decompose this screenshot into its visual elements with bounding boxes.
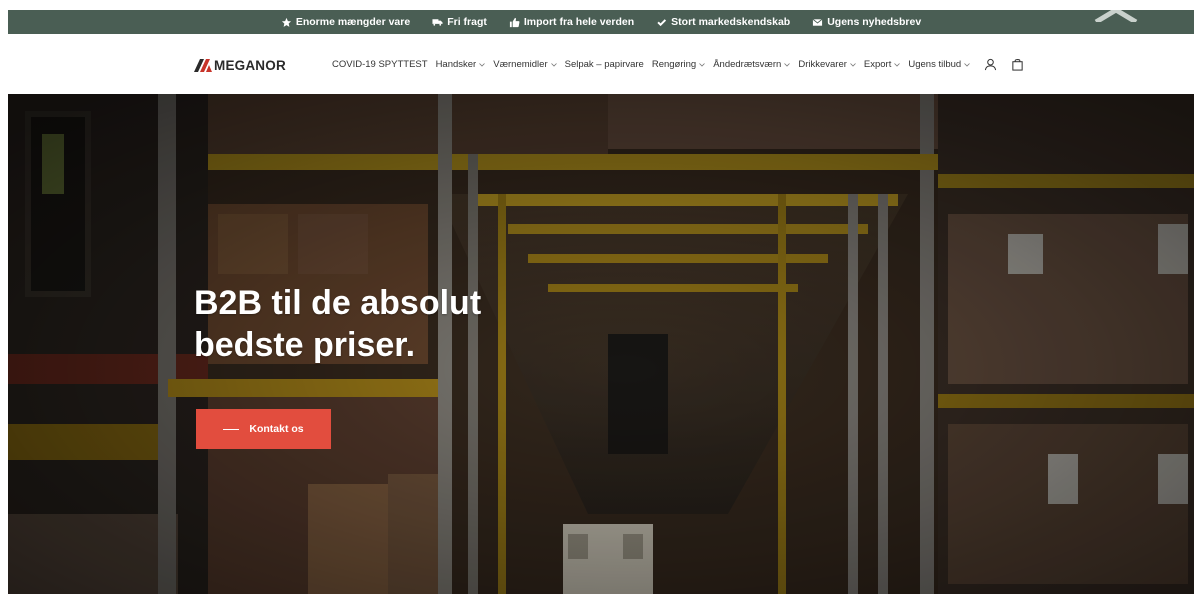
nav-item-aandedraetsvaern[interactable]: Åndedrætsværn — [713, 59, 791, 70]
nav-item-vaernemidler[interactable]: Værnemidler — [493, 59, 557, 70]
hero-title: B2B til de absolut bedste priser. — [194, 282, 554, 366]
hero-section: B2B til de absolut bedste priser. Kontak… — [8, 94, 1194, 594]
star-icon — [281, 17, 291, 27]
nav-item-label: Rengøring — [651, 59, 697, 70]
promo-bar: Enorme mængder vare Fri fragt Import fra… — [8, 10, 1194, 34]
contact-button-label: Kontakt os — [249, 423, 304, 435]
nav-item-handsker[interactable]: Handsker — [436, 59, 486, 70]
nav-item-label: Ugens tilbud — [908, 59, 962, 70]
page-frame: Enorme mængder vare Fri fragt Import fra… — [8, 10, 1194, 594]
contact-button[interactable]: Kontakt os — [196, 409, 331, 449]
promo-label: Enorme mængder vare — [295, 16, 411, 28]
checkmark-icon — [657, 18, 667, 26]
chevron-down-icon — [784, 62, 791, 67]
thumbs-up-icon — [509, 17, 520, 27]
promo-label: Fri fragt — [447, 16, 487, 28]
nav-item-covid[interactable]: COVID-19 SPYTTEST — [332, 59, 428, 70]
nav-menu: COVID-19 SPYTTEST Handsker Værnemidler S… — [332, 58, 1024, 71]
hero-title-line-2: bedste priser. — [194, 326, 416, 364]
corner-ribbon-icon — [1094, 10, 1138, 22]
user-icon[interactable] — [984, 58, 997, 71]
promo-label: Stort markedskendskab — [671, 16, 791, 28]
chevron-down-icon — [479, 62, 486, 67]
promo-item: Fri fragt — [432, 16, 487, 28]
promo-item: Enorme mængder vare — [281, 16, 410, 28]
shopping-bag-icon[interactable] — [1011, 58, 1024, 71]
dash-icon — [223, 428, 240, 430]
nav-icons — [984, 58, 1024, 71]
envelope-icon — [812, 18, 823, 26]
nav-item-label: Åndedrætsværn — [713, 59, 782, 70]
nav-item-export[interactable]: Export — [863, 59, 901, 70]
nav-item-label: Drikkevarer — [798, 59, 847, 70]
promo-item[interactable]: Ugens nyhedsbrev — [812, 16, 921, 28]
nav-item-label: Export — [863, 59, 892, 70]
nav-item-ugens-tilbud[interactable]: Ugens tilbud — [908, 59, 970, 70]
promo-item: Stort markedskendskab — [656, 16, 790, 28]
chevron-down-icon — [699, 62, 705, 67]
nav-item-rengoering[interactable]: Rengøring — [652, 59, 705, 70]
brand-logo[interactable]: MEGANOR — [194, 58, 286, 73]
nav-item-selpak[interactable]: Selpak – papirvare — [565, 59, 644, 70]
truck-icon — [432, 18, 443, 26]
nav-item-label: Værnemidler — [493, 59, 548, 70]
logo-mark-icon — [194, 59, 212, 72]
chevron-down-icon — [964, 62, 970, 67]
nav-item-label: Handsker — [435, 59, 477, 70]
chevron-down-icon — [850, 62, 856, 67]
chevron-down-icon — [894, 62, 901, 67]
main-nav: MEGANOR COVID-19 SPYTTEST Handsker Værne… — [8, 34, 1194, 94]
promo-label: Ugens nyhedsbrev — [827, 16, 922, 28]
hero-title-line-1: B2B til de absolut — [194, 284, 482, 322]
nav-item-label: COVID-19 SPYTTEST — [332, 59, 428, 70]
brand-name: MEGANOR — [214, 58, 286, 73]
warehouse-background-image — [8, 94, 1194, 594]
promo-item: Import fra hele verden — [509, 16, 634, 28]
nav-item-label: Selpak – papirvare — [564, 59, 644, 70]
chevron-down-icon — [550, 62, 557, 67]
promo-label: Import fra hele verden — [523, 16, 635, 28]
nav-item-drikkevarer[interactable]: Drikkevarer — [798, 59, 856, 70]
